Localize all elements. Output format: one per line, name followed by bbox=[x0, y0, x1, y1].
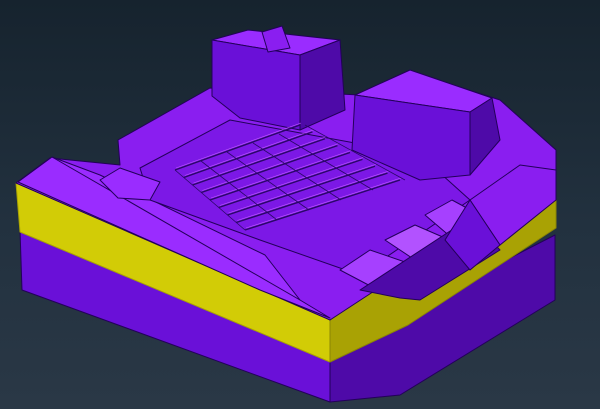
cad-3d-viewport[interactable] bbox=[0, 0, 600, 409]
mold-base-model bbox=[15, 25, 557, 403]
